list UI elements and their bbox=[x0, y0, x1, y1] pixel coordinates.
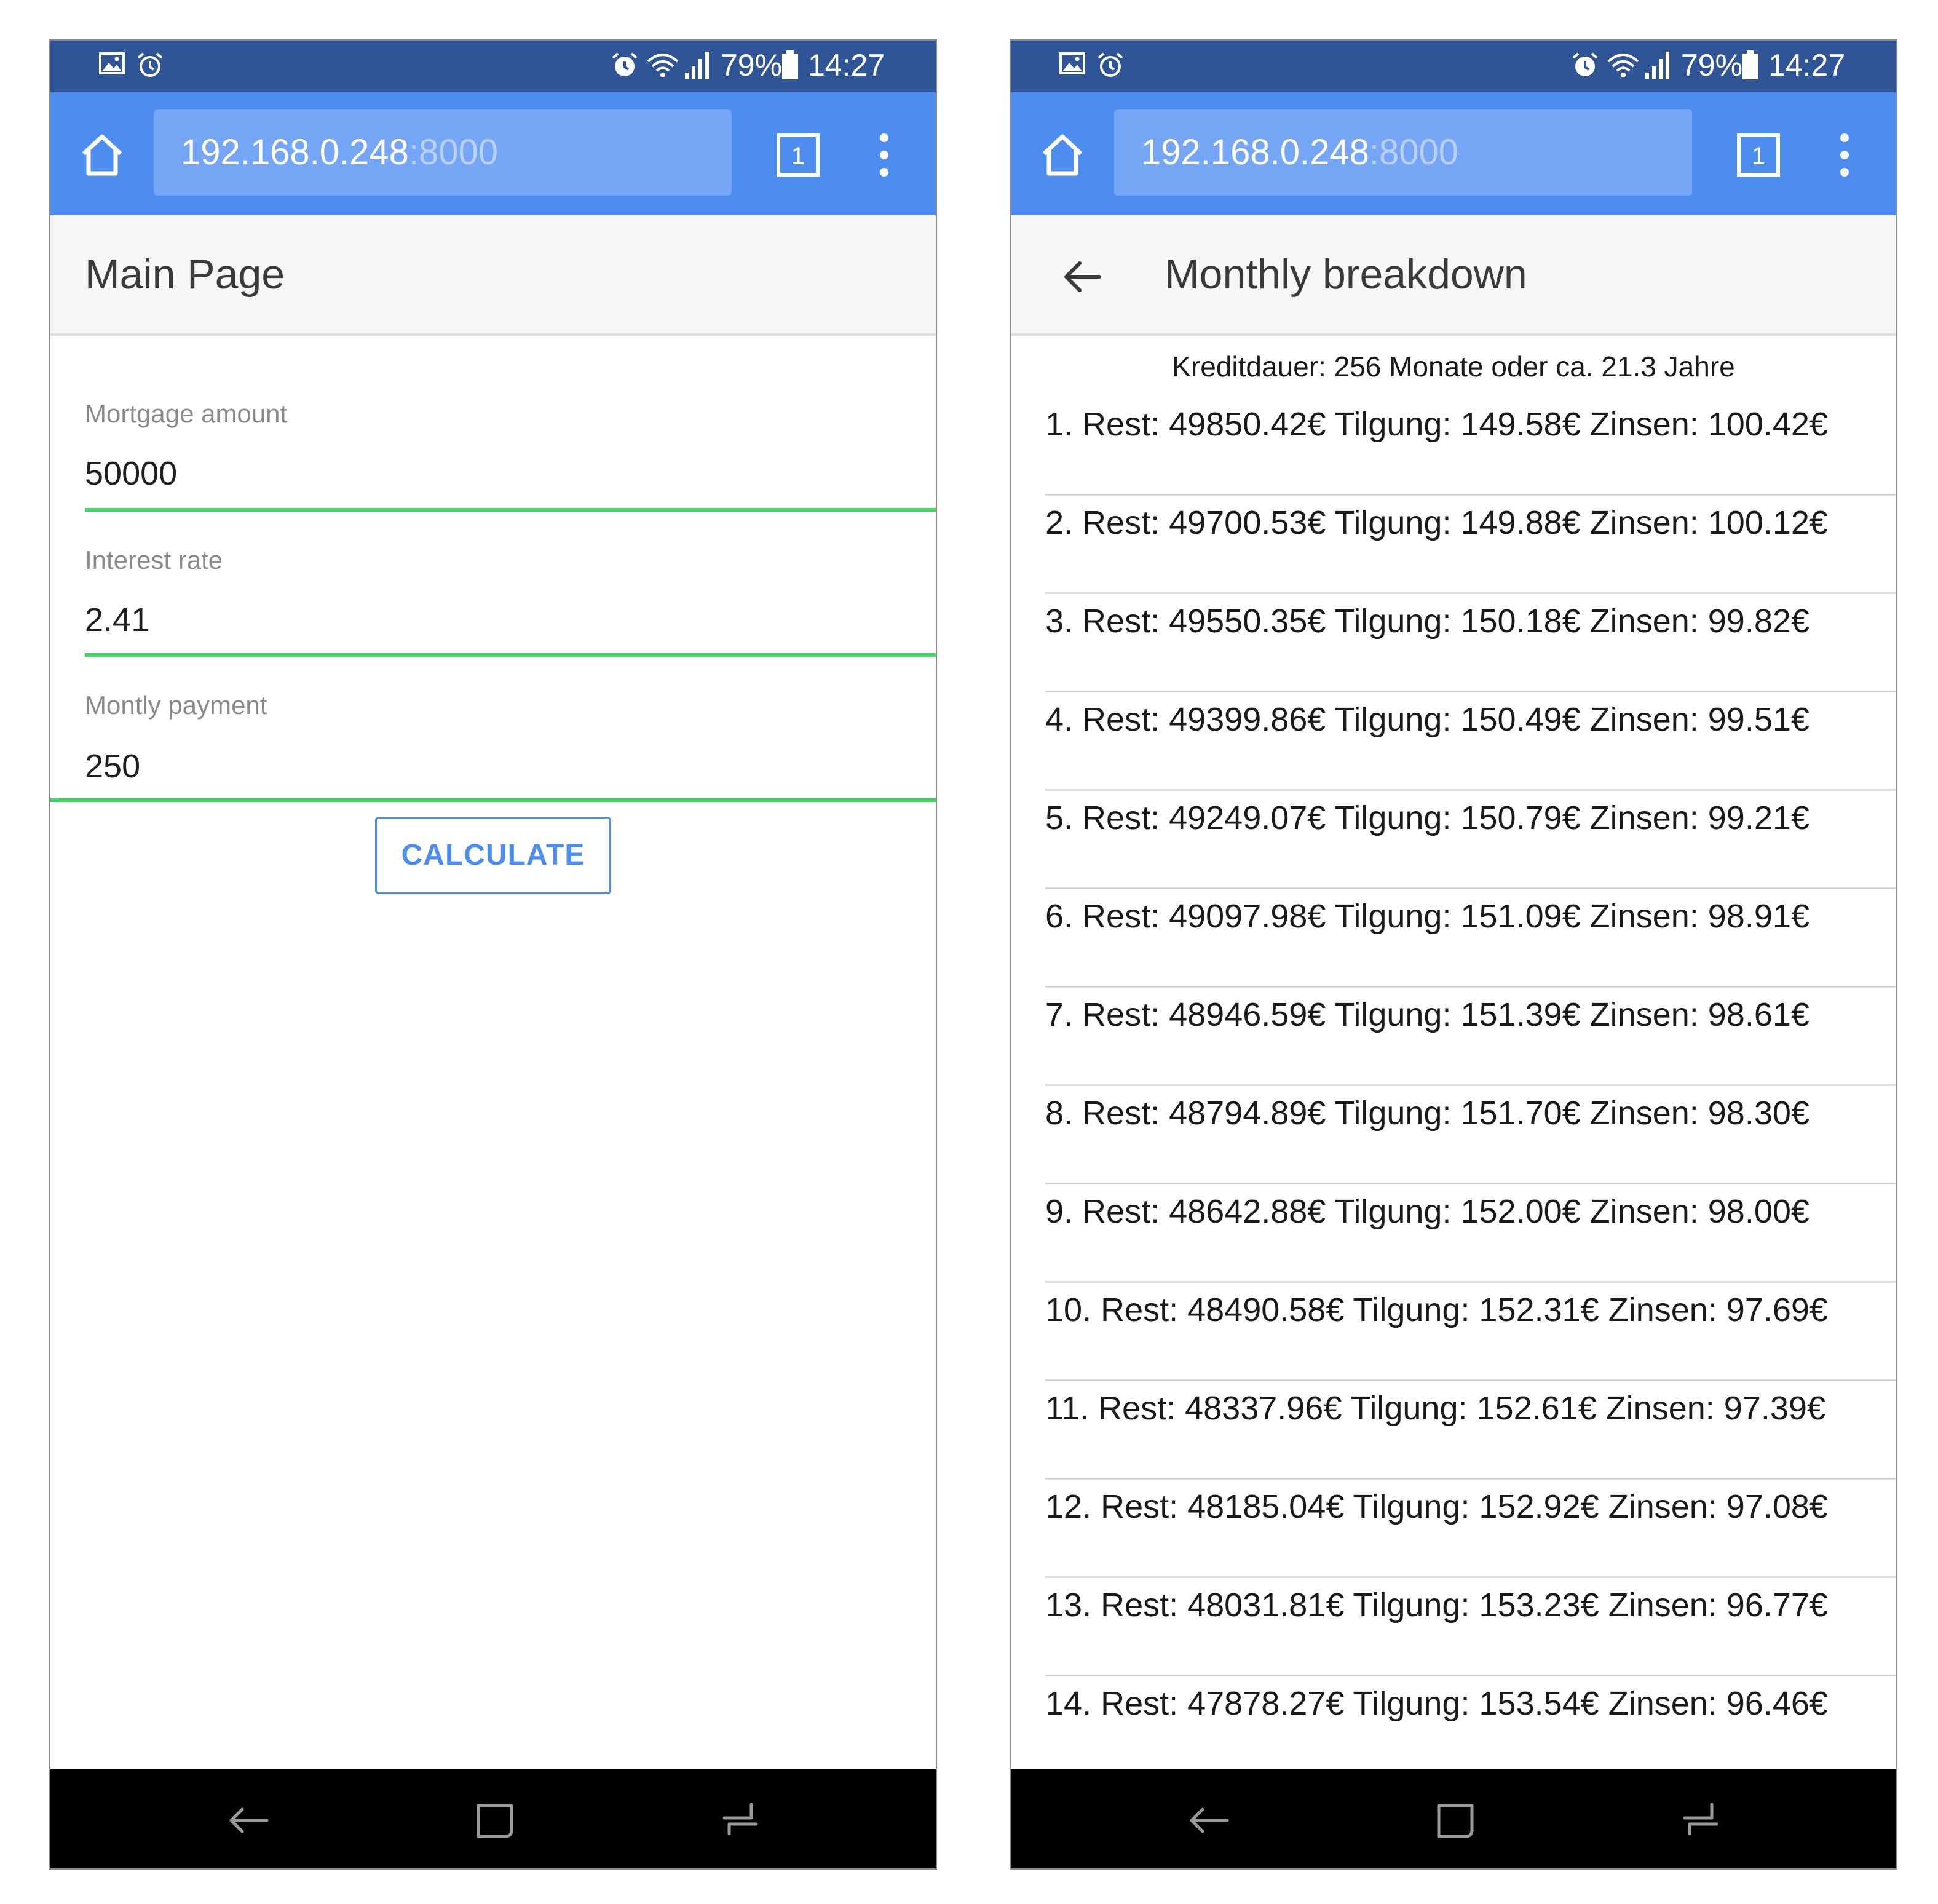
page-title: Monthly breakdown bbox=[1165, 251, 1527, 298]
list-item: 7. Rest: 48946.59€ Tilgung: 151.39€ Zins… bbox=[1045, 988, 1896, 1086]
field-underline bbox=[85, 653, 936, 657]
tab-count: 1 bbox=[1752, 143, 1765, 170]
battery-icon bbox=[1742, 50, 1758, 79]
wifi-icon bbox=[647, 54, 679, 77]
list-item: 4. Rest: 49399.86€ Tilgung: 150.49€ Zins… bbox=[1045, 692, 1896, 791]
signal-icon bbox=[1645, 52, 1669, 79]
list-item: 6. Rest: 49097.98€ Tilgung: 151.09€ Zins… bbox=[1045, 889, 1896, 988]
status-bar: 79% 14:27 bbox=[50, 41, 936, 92]
url-port: :8000 bbox=[408, 132, 499, 172]
list-item: 14. Rest: 47878.27€ Tilgung: 153.54€ Zin… bbox=[1045, 1676, 1896, 1775]
mortgage-amount-label: Mortgage amount bbox=[85, 399, 288, 428]
list-item: 9. Rest: 48642.88€ Tilgung: 152.00€ Zins… bbox=[1045, 1184, 1896, 1283]
url-host: 192.168.0.248 bbox=[181, 132, 409, 172]
status-time: 14:27 bbox=[1768, 48, 1846, 82]
status-time: 14:27 bbox=[808, 48, 885, 82]
battery-icon bbox=[782, 50, 798, 79]
browser-toolbar: 192.168.0.248:8000 1 bbox=[1011, 92, 1896, 215]
monthly-payment-label: Montly payment bbox=[85, 691, 267, 720]
nav-home-icon[interactable] bbox=[1430, 1796, 1479, 1845]
alarm-icon bbox=[1098, 52, 1123, 77]
battery-percent: 79% bbox=[721, 48, 783, 82]
more-vert-icon[interactable] bbox=[1832, 130, 1857, 180]
list-item: 3. Rest: 49550.35€ Tilgung: 150.18€ Zins… bbox=[1045, 594, 1896, 692]
monthly-payment-field[interactable]: Montly payment 250 bbox=[50, 689, 936, 812]
gallery-icon bbox=[99, 52, 125, 74]
monthly-payment-input[interactable]: 250 bbox=[85, 747, 140, 786]
tab-count: 1 bbox=[791, 143, 805, 170]
interest-rate-field[interactable]: Interest rate 2.41 bbox=[50, 544, 936, 667]
nav-back-icon[interactable] bbox=[1184, 1796, 1233, 1845]
nav-back-icon[interactable] bbox=[224, 1796, 273, 1845]
mortgage-amount-input[interactable]: 50000 bbox=[85, 454, 177, 493]
page-title: Main Page bbox=[85, 251, 285, 298]
nav-recents-icon[interactable] bbox=[1676, 1796, 1725, 1845]
more-vert-icon[interactable] bbox=[872, 130, 896, 180]
list-item: 8. Rest: 48794.89€ Tilgung: 151.70€ Zins… bbox=[1045, 1086, 1896, 1184]
phone-screen-breakdown: 79% 14:27 192.168.0.248:8000 1 Monthly b… bbox=[1010, 39, 1897, 1870]
home-icon[interactable] bbox=[77, 130, 127, 180]
tabs-icon: 1 bbox=[1737, 133, 1780, 177]
interest-rate-label: Interest rate bbox=[85, 545, 223, 574]
system-nav-bar bbox=[1011, 1769, 1896, 1868]
url-port: :8000 bbox=[1369, 132, 1459, 172]
system-nav-bar bbox=[50, 1769, 936, 1868]
mortgage-amount-field[interactable]: Mortgage amount 50000 bbox=[50, 397, 936, 520]
gallery-icon bbox=[1059, 52, 1085, 74]
app-header: Main Page bbox=[50, 215, 936, 336]
battery-percent: 79% bbox=[1681, 48, 1743, 82]
list-item: 5. Rest: 49249.07€ Tilgung: 150.79€ Zins… bbox=[1045, 791, 1896, 889]
tabs-icon: 1 bbox=[777, 133, 820, 177]
interest-rate-input[interactable]: 2.41 bbox=[85, 600, 149, 640]
alarm-icon bbox=[137, 52, 163, 77]
list-item: 1. Rest: 49850.42€ Tilgung: 149.58€ Zins… bbox=[1045, 397, 1896, 496]
list-item: 10. Rest: 48490.58€ Tilgung: 152.31€ Zin… bbox=[1045, 1283, 1896, 1381]
field-underline bbox=[85, 508, 936, 512]
home-icon[interactable] bbox=[1038, 130, 1087, 180]
list-item: 2. Rest: 49700.53€ Tilgung: 149.88€ Zins… bbox=[1045, 496, 1896, 594]
wifi-icon bbox=[1607, 54, 1639, 77]
field-underline bbox=[50, 798, 936, 802]
nav-home-icon[interactable] bbox=[470, 1796, 519, 1845]
status-bar: 79% 14:27 bbox=[1011, 41, 1896, 92]
nav-recents-icon[interactable] bbox=[716, 1796, 765, 1845]
breakdown-list: 1. Rest: 49850.42€ Tilgung: 149.58€ Zins… bbox=[1045, 397, 1896, 1775]
list-item: 12. Rest: 48185.04€ Tilgung: 152.92€ Zin… bbox=[1045, 1480, 1896, 1578]
calculate-button[interactable]: CALCULATE bbox=[375, 817, 611, 894]
app-header: Monthly breakdown bbox=[1011, 215, 1896, 336]
signal-icon bbox=[685, 52, 709, 79]
url-host: 192.168.0.248 bbox=[1141, 132, 1369, 172]
list-item: 13. Rest: 48031.81€ Tilgung: 153.23€ Zin… bbox=[1045, 1578, 1896, 1676]
address-bar[interactable]: 192.168.0.248:8000 bbox=[154, 109, 732, 196]
tab-switcher-button[interactable]: 1 bbox=[1734, 130, 1783, 180]
alarm-icon bbox=[1572, 52, 1598, 76]
phone-screen-main: 79% 14:27 192.168.0.248:8000 1 Main Page bbox=[49, 39, 937, 1870]
loan-duration-summary: Kreditdauer: 256 Monate oder ca. 21.3 Ja… bbox=[1172, 351, 1735, 383]
back-arrow-icon[interactable] bbox=[1058, 252, 1107, 301]
tab-switcher-button[interactable]: 1 bbox=[773, 130, 823, 180]
address-bar[interactable]: 192.168.0.248:8000 bbox=[1114, 109, 1692, 196]
browser-toolbar: 192.168.0.248:8000 1 bbox=[50, 92, 936, 215]
list-item: 11. Rest: 48337.96€ Tilgung: 152.61€ Zin… bbox=[1045, 1381, 1896, 1480]
alarm-icon bbox=[612, 52, 638, 76]
